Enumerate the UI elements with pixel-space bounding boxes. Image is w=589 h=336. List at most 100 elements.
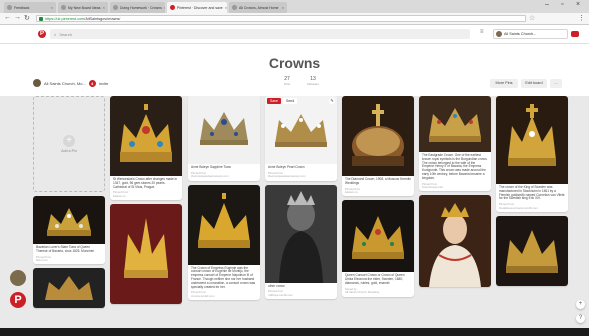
menu-icon[interactable]: ≡ [480,29,484,35]
pin-card[interactable]: The Diamond Crown, 1908, a Moscow Kremli… [342,96,414,197]
pin-image[interactable] [33,268,105,309]
address-bar-row: ← → ↻ https://uk.pinterest.com/AllSaints… [0,13,589,25]
close-window-icon[interactable]: × [576,1,580,8]
pin-card[interactable]: other crown Pinned from millhope.tumblr.… [265,184,337,300]
send-button[interactable]: Send [282,98,298,104]
pins-count-stat[interactable]: 27 Pins [275,76,299,86]
pin-description: Queen Consort Crown or Crown of Queen Ul… [345,273,405,285]
pinterest-logo-icon[interactable]: P [38,30,46,38]
pin-source[interactable]: Pinned from thecrownjewelsaccessory.com [265,171,337,181]
tab-close-icon[interactable]: × [164,5,165,10]
tab-close-icon[interactable]: × [225,5,227,10]
pin-source[interactable]: Pinned from flickr.com [33,255,105,265]
pin-card[interactable] [419,195,491,288]
pin-image[interactable] [419,96,491,152]
pin-column: St Wenceslas's Crown after changes made … [110,96,182,308]
pin-card[interactable]: Anne Boleyn Sapphire Tiara Pinned from t… [188,96,260,181]
board-header: Crowns All Saints Church, Mo... 4 Invite… [0,44,589,96]
help-icon[interactable]: ? [576,314,585,323]
pin-card[interactable]: St Wenceslas's Crown after changes made … [110,96,182,201]
pin-image[interactable] [33,196,105,244]
forward-icon[interactable]: → [14,14,21,21]
browser-menu-icon[interactable]: ⋮ [578,14,585,22]
crown-image-icon [342,200,414,273]
save-button[interactable]: Save [267,98,281,104]
pin-description: The crown of the King of Sweden was manu… [499,185,565,201]
board-owner[interactable]: All Saints Church, Mo... 4 Invite [33,79,108,87]
pin-image[interactable] [188,96,260,164]
pin-source[interactable]: Saved by All Saints Church, Mowbray [342,287,414,297]
pin-image[interactable] [342,200,414,273]
pin-card[interactable]: The crown of the King of Sweden was manu… [496,96,568,212]
add-icon[interactable]: + [576,300,585,309]
pin-source[interactable]: Pinned from kaskus.co [342,187,414,197]
pin-image[interactable] [496,96,568,184]
pin-description: Bavarian Lover's State Tiara of Queen Th… [36,245,95,253]
profile-button[interactable]: All Saints Church... [493,29,568,39]
add-pin-button[interactable]: + Add a Pin [33,96,105,192]
reload-icon[interactable]: ↻ [24,14,30,22]
crown-image-icon [110,96,182,176]
followers-count-stat[interactable]: 13 followers [301,76,325,86]
more-options-button[interactable]: ... [550,79,562,88]
pin-description: The Eastgrade Crown. One of the earliest… [422,153,488,180]
browser-tab[interactable]: Doing Homework · Crowns × [110,2,165,13]
pin-description: The Crown of Empress Eugénie was the con… [191,265,256,289]
search-input[interactable]: ⌕ Search [50,29,470,39]
browser-tab-strip: Feedback × My New Board Ideas × Doing Ho… [0,0,589,13]
pin-source[interactable]: Pinned from millhope.tumblr.com [265,290,337,299]
side-shortcuts: P [10,270,26,308]
pin-grid: + Add a Pin Bavarian Lover's State Tiara… [0,96,589,336]
pin-source[interactable]: Pinned from thedarkeouncrowns.tumblr.com [496,203,568,212]
pinterest-logo-icon[interactable]: P [10,292,26,308]
more-pins-button[interactable]: More Pins [490,79,518,88]
pin-image[interactable] [110,204,182,305]
pin-image[interactable] [342,96,414,176]
maximize-icon[interactable]: ▫ [561,1,563,8]
tab-label: Feedback [14,5,30,10]
pin-card[interactable]: The Eastgrade Crown. One of the earliest… [419,96,491,192]
lock-icon [39,16,43,21]
portrait-image-icon [419,195,491,288]
pin-card[interactable]: Save Send ✎ Anne Boleyn Pearl Crown Pinne… [265,96,337,181]
avatar [33,79,41,87]
pin-card[interactable] [110,204,182,305]
portrait-image-icon [265,184,337,283]
pin-card[interactable]: Bavarian Lover's State Tiara of Queen Th… [33,196,105,265]
pin-card[interactable]: The Crown of Empress Eugénie was the con… [188,184,260,301]
bookmark-star-icon[interactable]: ☆ [529,14,535,22]
pin-image[interactable] [419,195,491,288]
edit-pin-icon[interactable]: ✎ [329,98,335,104]
pin-source[interactable]: Pinned from thecrownjewelsaccessory.com [188,171,260,181]
pin-source[interactable]: Pinned from kaskus.co [110,191,182,200]
pin-column: Anne Boleyn Sapphire Tiara Pinned from t… [188,96,260,304]
pin-image[interactable]: Save Send ✎ [265,96,337,164]
pin-card[interactable] [33,268,105,309]
profile-name: All Saints Church... [504,32,537,36]
pin-source[interactable]: Pinned from crowns-tumblr.com [188,291,260,300]
minimize-icon[interactable]: – [545,1,549,8]
tab-close-icon[interactable]: × [282,5,284,10]
back-icon[interactable]: ← [4,14,11,21]
pin-image[interactable] [188,184,260,265]
pin-image[interactable] [496,216,568,286]
url-input[interactable]: https://uk.pinterest.com/AllSaintsgov/cr… [36,15,526,22]
avatar[interactable] [10,270,26,286]
browser-tab[interactable]: Feedback × [4,2,56,13]
owner-name: All Saints Church, Mo... [44,80,86,86]
add-pin-label: Add a Pin [61,149,77,153]
pin-image[interactable] [265,184,337,283]
pin-image[interactable] [110,96,182,176]
edit-board-button[interactable]: Edit board [521,79,547,88]
pin-source[interactable]: Pinned from interestnews.info [419,182,491,192]
browser-tab[interactable]: My New Board Ideas × [58,2,108,13]
browser-tab[interactable]: All Crowns, Almost Home × [229,2,287,13]
pin-card[interactable]: Queen Consort Crown or Crown of Queen Ul… [342,200,414,297]
tab-close-icon[interactable]: × [51,5,53,10]
tab-favicon-icon [113,5,118,10]
notifications-icon[interactable] [571,31,579,37]
tab-close-icon[interactable]: × [103,5,105,10]
invite-label[interactable]: Invite [99,81,109,86]
pin-card[interactable] [496,216,568,286]
browser-tab-active[interactable]: Pinterest · Discover and save × [167,2,227,13]
